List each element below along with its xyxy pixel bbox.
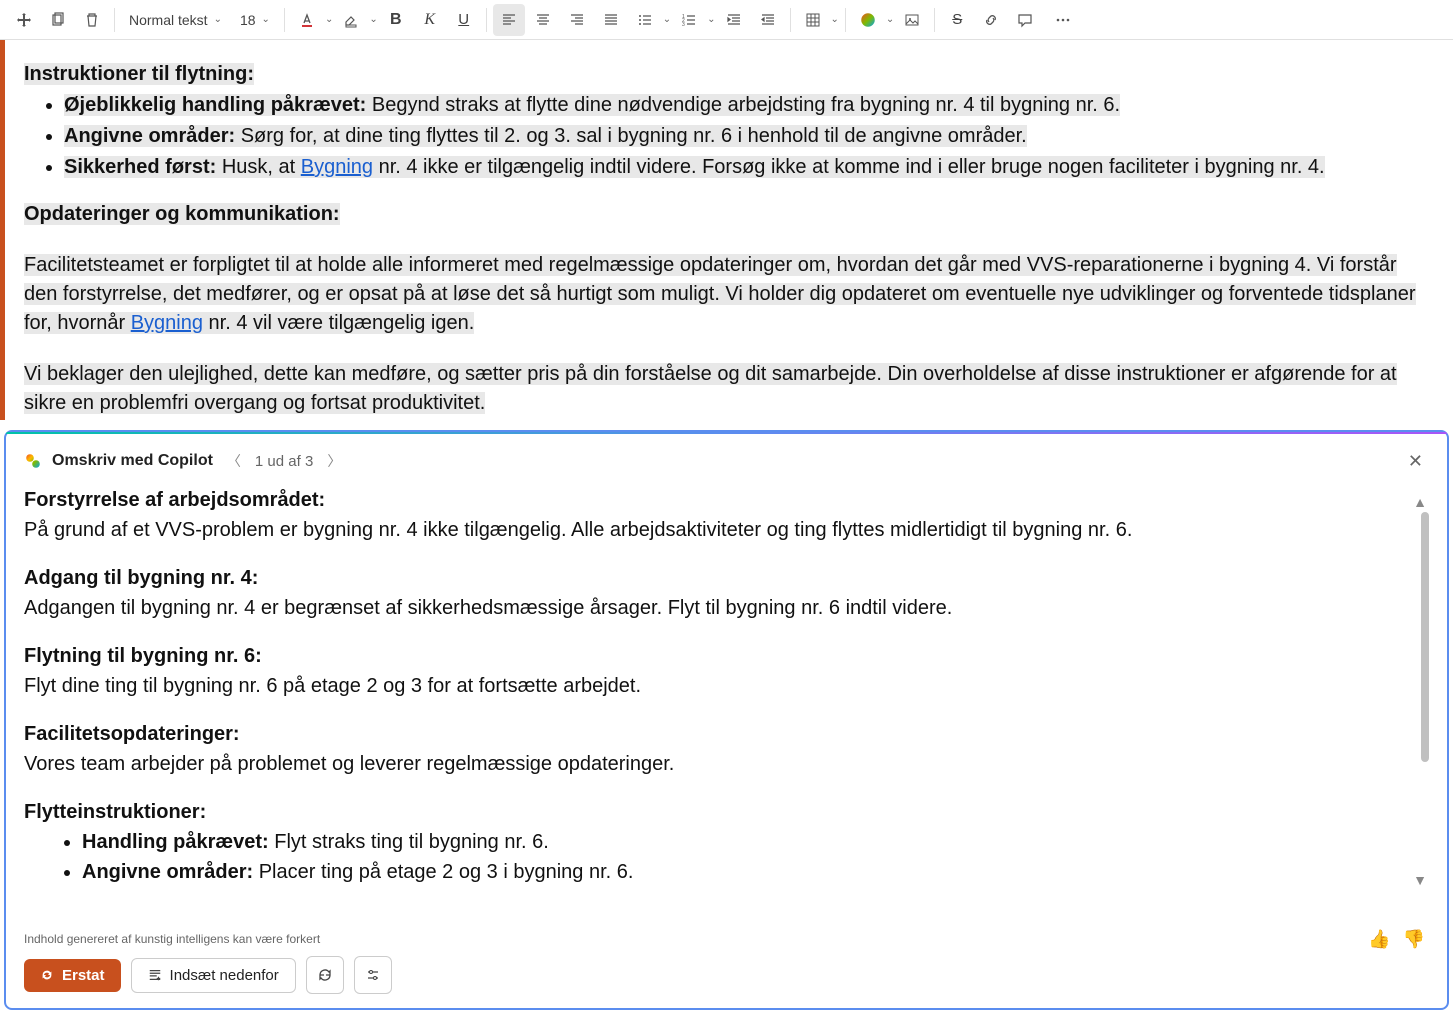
copilot-rewrite-panel: Omskriv med Copilot 〈 1 ud af 3 〉 ✕ Fors… bbox=[4, 430, 1449, 1010]
font-color-button[interactable] bbox=[291, 4, 323, 36]
move-icon[interactable] bbox=[8, 4, 40, 36]
paragraph-style-label: Normal tekst bbox=[129, 12, 208, 28]
adjust-button[interactable] bbox=[354, 956, 392, 994]
suggestion-pager: 〈 1 ud af 3 〉 bbox=[223, 447, 345, 475]
paragraph: Facilitetsteamet er forpligtet til at ho… bbox=[24, 251, 1429, 338]
section-text: Flyt dine ting til bygning nr. 6 på etag… bbox=[24, 672, 1387, 700]
comment-button[interactable] bbox=[1009, 4, 1041, 36]
prev-suggestion-button[interactable]: 〈 bbox=[223, 447, 245, 475]
list-item: Angivne områder: Placer ting på etage 2 … bbox=[82, 858, 1387, 886]
thumbs-down-button[interactable]: 👎 bbox=[1403, 929, 1425, 950]
indent-decrease-button[interactable] bbox=[718, 4, 750, 36]
suggestion-counter: 1 ud af 3 bbox=[255, 453, 313, 470]
list-item: Handling påkrævet: Flyt straks ting til … bbox=[82, 828, 1387, 856]
strikethrough-button[interactable]: S bbox=[941, 4, 973, 36]
insert-below-icon bbox=[148, 968, 162, 982]
align-left-button[interactable] bbox=[493, 4, 525, 36]
chevron-down-icon[interactable]: ⌄ bbox=[707, 14, 715, 25]
svg-text:3: 3 bbox=[682, 22, 685, 28]
bold-button[interactable]: B bbox=[380, 4, 412, 36]
link-button[interactable] bbox=[975, 4, 1007, 36]
copy-icon[interactable] bbox=[42, 4, 74, 36]
numbered-list-button[interactable]: 123 bbox=[673, 4, 705, 36]
next-suggestion-button[interactable]: 〉 bbox=[323, 447, 345, 475]
replace-icon bbox=[40, 968, 54, 982]
indent-increase-button[interactable] bbox=[752, 4, 784, 36]
replace-button-label: Erstat bbox=[62, 967, 105, 984]
chevron-down-icon[interactable]: ⌄ bbox=[886, 14, 894, 25]
chevron-down-icon[interactable]: ⌄ bbox=[325, 14, 333, 25]
section-text: Vores team arbejder på problemet og leve… bbox=[24, 750, 1387, 778]
bullet-list-button[interactable] bbox=[629, 4, 661, 36]
align-justify-button[interactable] bbox=[595, 4, 627, 36]
orange-margin-indicator bbox=[0, 40, 5, 420]
paragraph-style-dropdown[interactable]: Normal tekst ⌄ bbox=[121, 4, 230, 36]
list-item: Sikkerhed først: Husk, at Bygning nr. 4 … bbox=[64, 153, 1429, 182]
font-size-dropdown[interactable]: 18 ⌄ bbox=[232, 4, 278, 36]
regenerate-icon bbox=[317, 967, 333, 983]
font-size-value: 18 bbox=[240, 12, 256, 28]
section-heading: Forstyrrelse af arbejdsområdet: bbox=[24, 486, 1387, 514]
scroll-down-icon[interactable]: ▼ bbox=[1413, 872, 1427, 888]
copilot-panel-header: Omskriv med Copilot 〈 1 ud af 3 〉 ✕ bbox=[6, 436, 1447, 486]
delete-icon[interactable] bbox=[76, 4, 108, 36]
image-button[interactable] bbox=[896, 4, 928, 36]
document-body[interactable]: Instruktioner til flytning: Øjeblikkelig… bbox=[0, 40, 1453, 440]
section-heading: Flytning til bygning nr. 6: bbox=[24, 642, 1387, 670]
chevron-down-icon: ⌄ bbox=[214, 14, 222, 25]
section-text: På grund af et VVS-problem er bygning nr… bbox=[24, 516, 1387, 544]
chevron-down-icon: ⌄ bbox=[262, 14, 270, 25]
copilot-suggestion-body[interactable]: Forstyrrelse af arbejdsområdet: På grund… bbox=[6, 486, 1447, 924]
regenerate-button[interactable] bbox=[306, 956, 344, 994]
underline-button[interactable]: U bbox=[448, 4, 480, 36]
align-right-button[interactable] bbox=[561, 4, 593, 36]
italic-button[interactable]: K bbox=[414, 4, 446, 36]
insert-below-label: Indsæt nedenfor bbox=[170, 967, 279, 984]
insert-below-button[interactable]: Indsæt nedenfor bbox=[131, 958, 296, 993]
align-center-button[interactable] bbox=[527, 4, 559, 36]
copilot-panel-footer: Indhold genereret af kunstig intelligens… bbox=[6, 924, 1447, 1008]
paragraph: Vi beklager den ulejlighed, dette kan me… bbox=[24, 360, 1429, 418]
table-button[interactable] bbox=[797, 4, 829, 36]
feedback-buttons: 👍 👎 bbox=[1368, 929, 1425, 950]
close-button[interactable]: ✕ bbox=[1402, 445, 1429, 478]
chevron-down-icon[interactable]: ⌄ bbox=[663, 14, 671, 25]
list-item: Øjeblikkelig handling påkrævet: Begynd s… bbox=[64, 91, 1429, 120]
replace-button[interactable]: Erstat bbox=[24, 959, 121, 992]
section-heading: Flytteinstruktioner: bbox=[24, 798, 1387, 826]
copilot-icon bbox=[24, 452, 42, 470]
sliders-icon bbox=[365, 967, 381, 983]
more-options-button[interactable] bbox=[1047, 4, 1079, 36]
toolbar: Normal tekst⌄ 18⌄ ⌄ ⌄ B K U ⌄ 123 ⌄ ⌄ ⌄ … bbox=[0, 0, 1453, 40]
scrollbar-thumb[interactable] bbox=[1421, 512, 1429, 762]
list-item: Angivne områder: Sørg for, at dine ting … bbox=[64, 122, 1429, 151]
section-heading: Adgang til bygning nr. 4: bbox=[24, 564, 1387, 592]
scroll-up-icon[interactable]: ▲ bbox=[1413, 494, 1427, 510]
heading-updates: Opdateringer og kommunikation: bbox=[24, 203, 340, 225]
chevron-down-icon[interactable]: ⌄ bbox=[369, 14, 377, 25]
chevron-down-icon[interactable]: ⌄ bbox=[831, 14, 839, 25]
section-text: Adgangen til bygning nr. 4 er begrænset … bbox=[24, 594, 1387, 622]
copilot-panel-title: Omskriv med Copilot bbox=[52, 452, 213, 470]
copilot-toolbar-button[interactable] bbox=[852, 4, 884, 36]
heading-instructions: Instruktioner til flytning: bbox=[24, 63, 254, 85]
ai-disclaimer: Indhold genereret af kunstig intelligens… bbox=[24, 932, 1429, 946]
thumbs-up-button[interactable]: 👍 bbox=[1368, 929, 1390, 950]
section-heading: Facilitetsopdateringer: bbox=[24, 720, 1387, 748]
highlight-color-button[interactable] bbox=[335, 4, 367, 36]
